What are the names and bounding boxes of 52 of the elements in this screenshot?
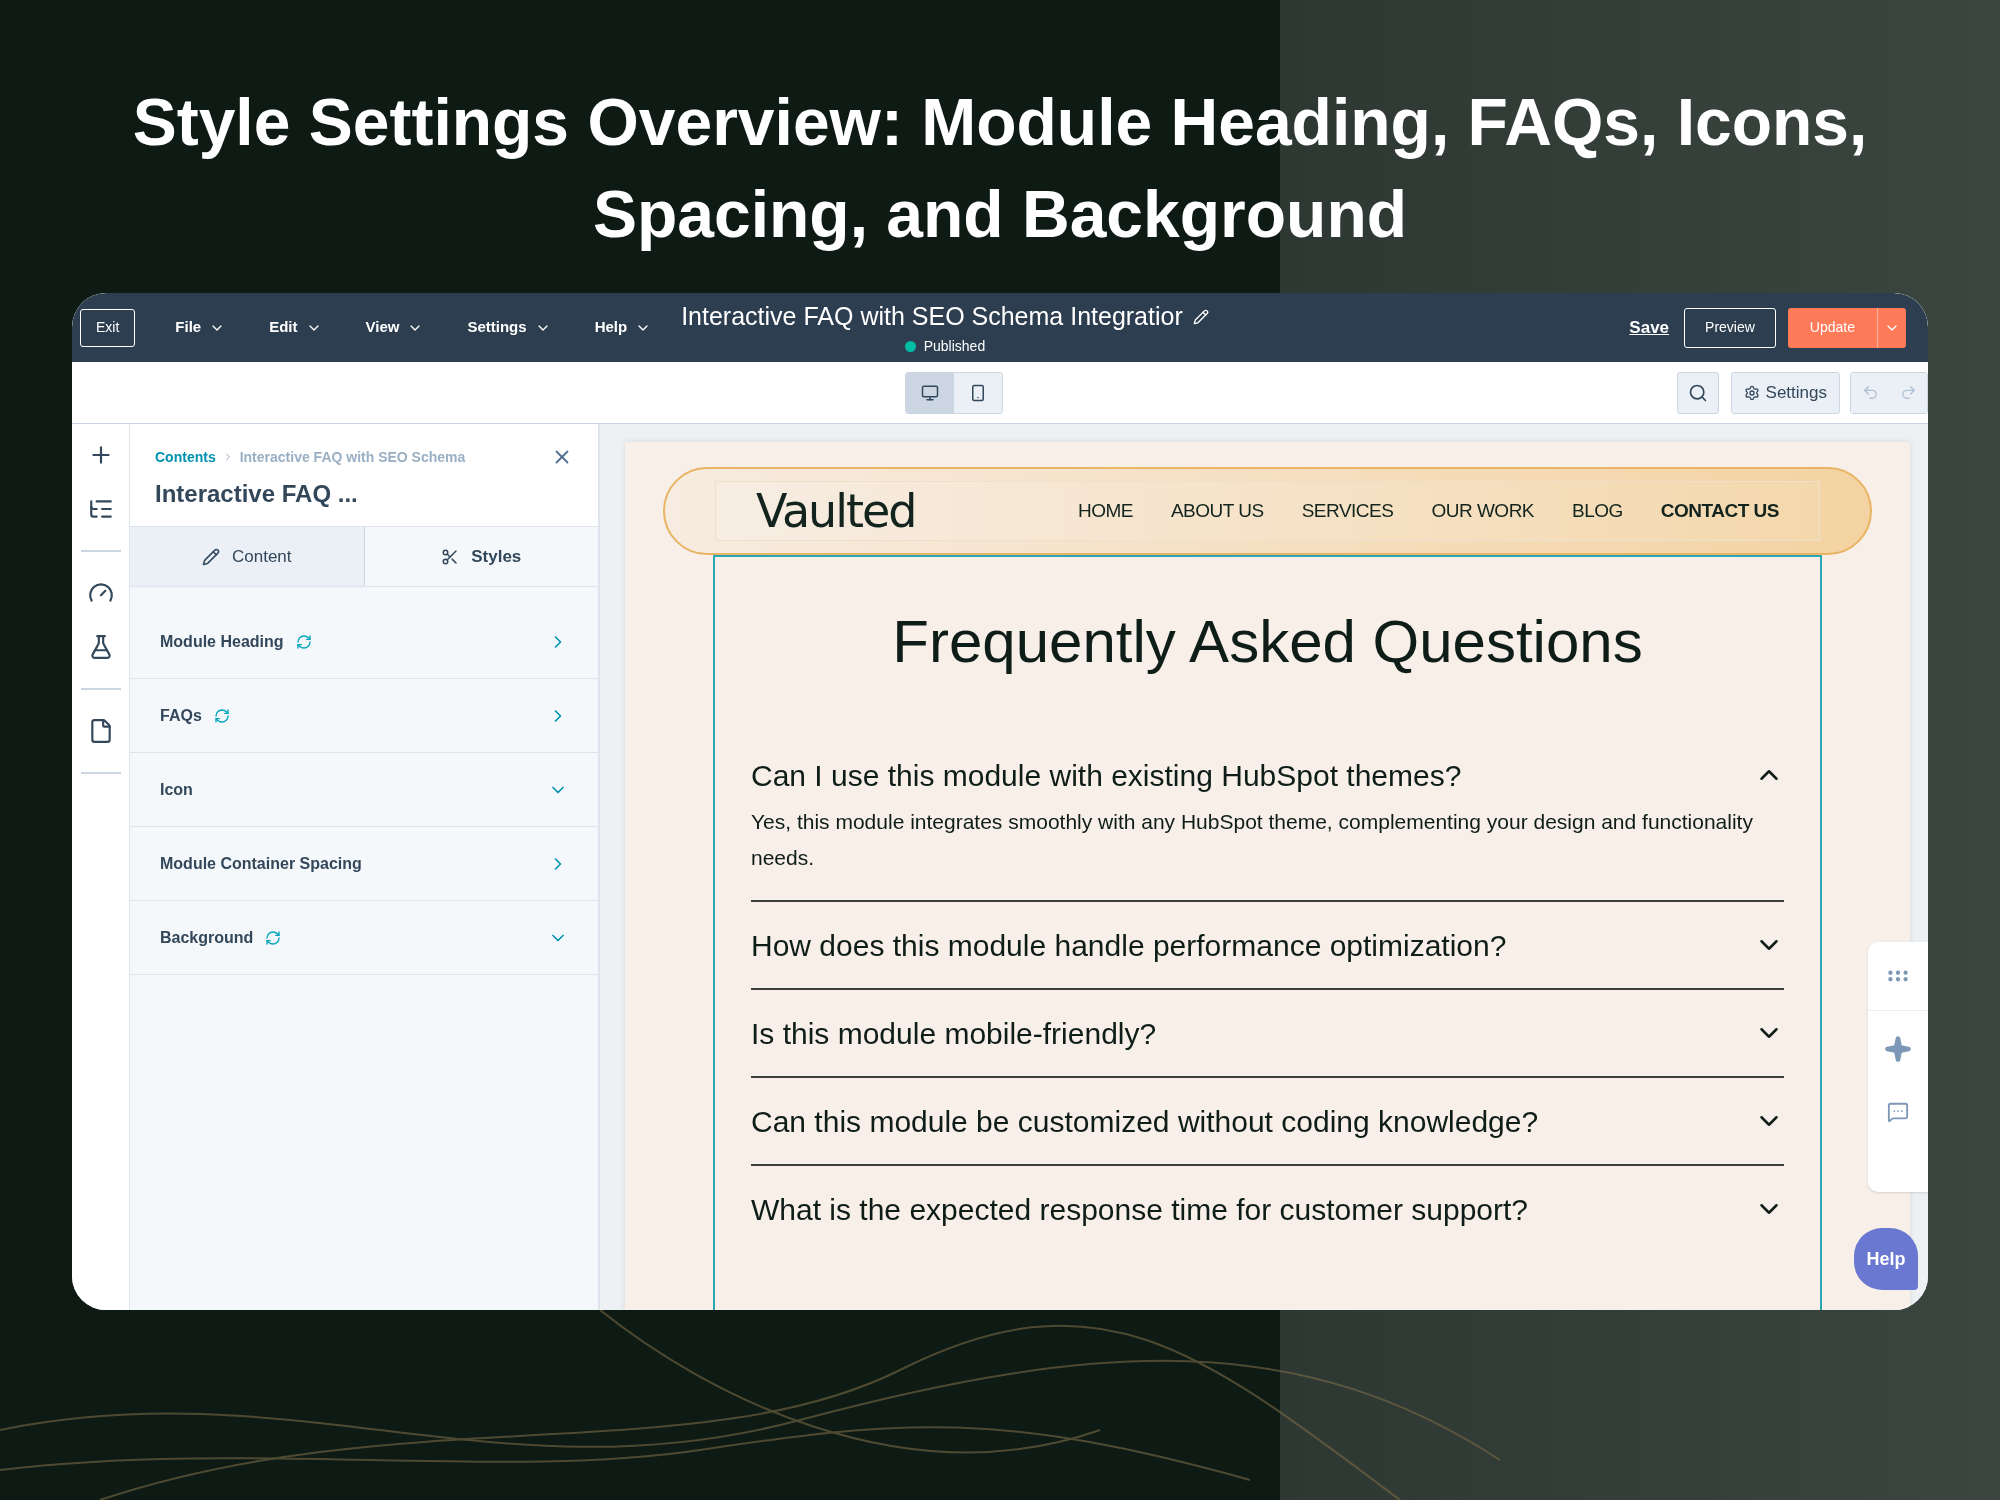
style-section-row[interactable]: Background [130,901,598,975]
search-icon [1687,382,1708,403]
style-section-row[interactable]: Icon [130,753,598,827]
scissors-icon [441,547,460,566]
site-nav-link[interactable]: CONTACT US [1660,496,1779,526]
status-label: Published [923,336,986,356]
panel-title: Interactive FAQ ... [155,479,359,509]
chat-icon [1887,1101,1909,1123]
menu-item[interactable]: Edit [269,316,322,339]
site-nav-link[interactable]: SERVICES [1301,496,1394,526]
site-nav-link[interactable]: ABOUT US [1170,496,1264,526]
panel-tab[interactable]: Content [130,527,365,586]
search-button[interactable] [1676,371,1719,414]
document-title: Interactive FAQ with SEO Schema Integratior [681,301,1183,333]
site-nav-link[interactable]: HOME [1077,496,1133,526]
sparkle-button[interactable] [1884,1035,1912,1063]
faq-answer: Yes, this module integrates smoothly with any HubSpot theme, complementing your design and functionality needs. [751,809,1754,871]
pencil-icon [201,547,220,566]
breadcrumb-item: Interactive FAQ with SEO Schema [239,447,466,467]
undo-icon [1861,384,1879,401]
style-section-row[interactable]: Module Container Spacing [130,827,598,901]
headline: Style Settings Overview: Module Heading, FAQs, Icons, [132,84,1868,161]
style-section-row[interactable]: FAQs [130,679,598,753]
desktop-view-button[interactable] [906,372,955,413]
help-button[interactable]: Help [1854,1228,1918,1290]
gear-icon [1743,384,1760,401]
preview-button[interactable]: Preview [1684,307,1776,348]
redo-icon [1899,384,1917,401]
faq-question[interactable]: Is this module mobile-friendly? [751,990,1784,1076]
pencil-icon[interactable] [1192,309,1209,325]
desktop-icon [921,383,940,402]
mobile-view-button[interactable] [954,372,1003,413]
site-logo[interactable]: Vaulted [756,476,916,546]
menu-item[interactable]: File [175,316,226,339]
style-section-row[interactable]: Module Heading [130,605,598,679]
site-nav-link[interactable]: OUR WORK [1431,496,1535,526]
faq-question[interactable]: Can this module be customized without coding knowledge? [751,1078,1784,1164]
save-link[interactable]: Save [1629,314,1670,341]
faq-question[interactable]: What is the expected response time for customer support? [751,1166,1784,1252]
headline: Spacing, and Background [592,176,1408,253]
exit-button[interactable]: Exit [80,308,136,347]
breadcrumb-link[interactable]: Contents [155,446,216,468]
menu-item[interactable]: Help [594,316,652,339]
update-dropdown-button[interactable] [1877,307,1906,348]
site-nav-link[interactable]: BLOG [1572,496,1623,526]
sparkle-icon [1884,1035,1912,1063]
faq-question[interactable]: How does this module handle performance optimization? [751,902,1784,988]
settings-button[interactable]: Settings [1730,371,1840,414]
chat-button[interactable] [1887,1101,1909,1123]
menu-item[interactable]: View [365,316,424,339]
faq-heading: Frequently Asked Questions [891,607,1644,677]
menu-item[interactable]: Settings [467,316,551,339]
